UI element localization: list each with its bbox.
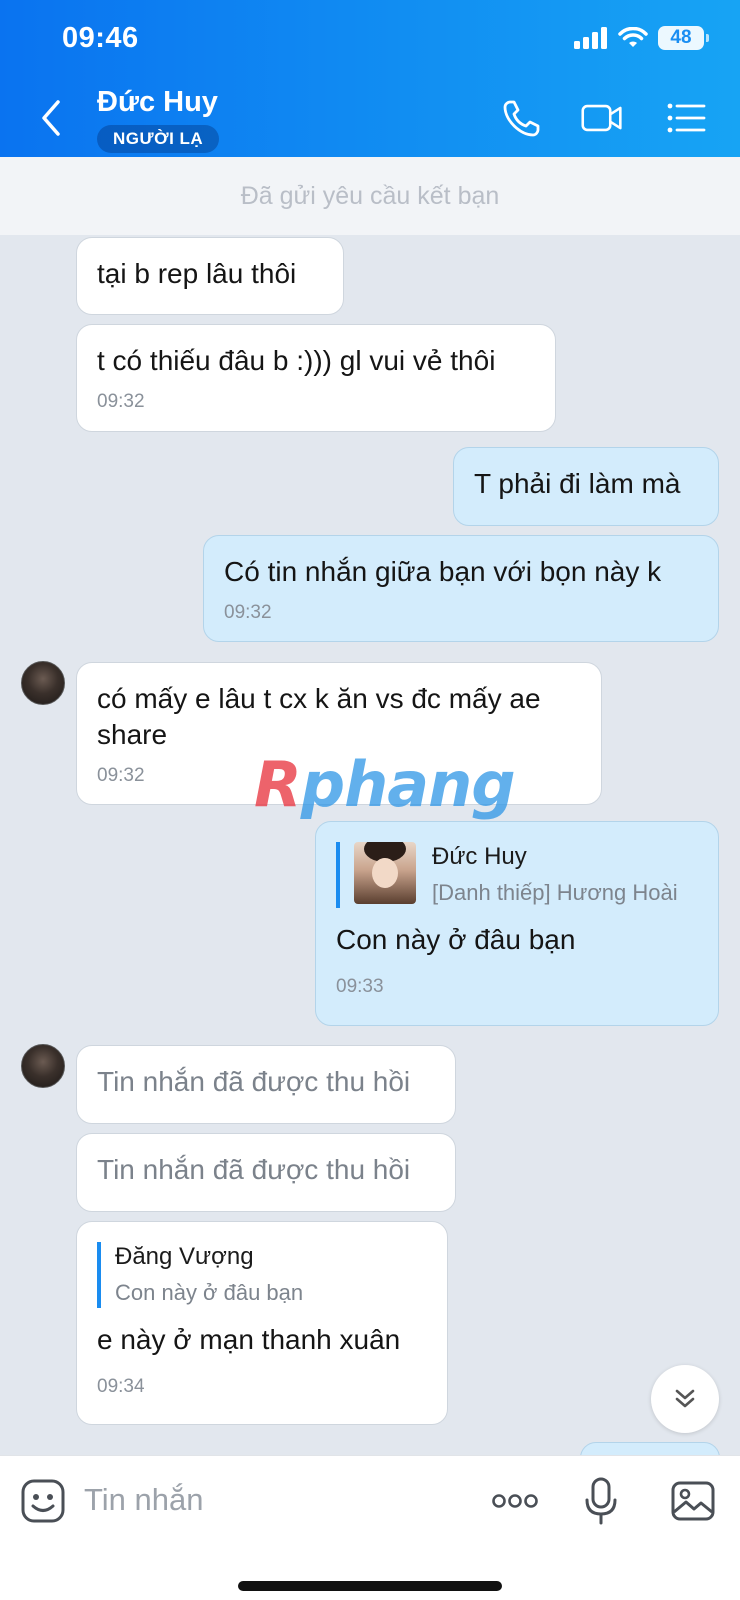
message-text: e này ở mạn thanh xuân bbox=[97, 1324, 401, 1355]
avatar[interactable] bbox=[21, 1044, 65, 1088]
recalled-message[interactable]: Tin nhắn đã được thu hồi bbox=[76, 1045, 456, 1124]
scroll-to-bottom-button[interactable] bbox=[651, 1365, 719, 1433]
message-time: 09:32 bbox=[224, 602, 272, 623]
chat-header: 09:46 48 Đức Huy NGƯỜI LẠ bbox=[0, 0, 740, 157]
recalled-message[interactable]: Tin nhắn đã được thu hồi bbox=[76, 1133, 456, 1212]
message-time: 09:34 bbox=[97, 1376, 145, 1397]
message-text: Con này ở đâu bạn bbox=[336, 924, 576, 955]
message-text: t có thiếu đâu b :))) gl vui vẻ thôi bbox=[97, 345, 496, 376]
message-bubble-sent[interactable]: T phải đi làm mà bbox=[453, 447, 719, 526]
quote-sender: Đức Huy bbox=[432, 843, 527, 870]
message-bubble[interactable]: tại b rep lâu thôi bbox=[76, 237, 344, 315]
image-gallery-icon[interactable] bbox=[670, 1476, 716, 1526]
menu-list-icon[interactable] bbox=[664, 96, 708, 140]
battery-level: 48 bbox=[670, 27, 692, 48]
message-bubble-sent[interactable]: Có tin nhắn giữa bạn với bọn này k 09:32 bbox=[203, 535, 719, 642]
message-text: T phải đi làm mà bbox=[474, 468, 681, 499]
watermark-first: R bbox=[254, 748, 302, 821]
avatar[interactable] bbox=[21, 661, 65, 705]
phone-call-icon[interactable] bbox=[500, 96, 544, 140]
contact-name[interactable]: Đức Huy bbox=[97, 86, 218, 119]
quote-text: [Danh thiếp] Hương Hoài bbox=[432, 880, 678, 905]
message-time: 09:33 bbox=[336, 976, 384, 997]
message-input[interactable]: Tin nhắn bbox=[84, 1482, 204, 1518]
microphone-icon[interactable] bbox=[584, 1476, 618, 1526]
message-bubble[interactable]: t có thiếu đâu b :))) gl vui vẻ thôi 09:… bbox=[76, 324, 556, 432]
status-icons: 48 bbox=[574, 26, 709, 50]
stranger-badge: NGƯỜI LẠ bbox=[97, 125, 220, 153]
quoted-contact-card[interactable]: Đức Huy [Danh thiếp] Hương Hoài bbox=[336, 842, 698, 908]
friend-request-notice: Đã gửi yêu cầu kết bạn bbox=[0, 157, 740, 235]
battery-icon: 48 bbox=[658, 26, 709, 50]
wifi-icon bbox=[618, 27, 648, 47]
message-text: Tin nhắn đã được thu hồi bbox=[97, 1066, 411, 1097]
double-chevron-down-icon bbox=[675, 1389, 695, 1408]
video-call-icon[interactable] bbox=[580, 96, 624, 140]
quote-sender: Đăng Vượng bbox=[115, 1243, 254, 1270]
message-time: 09:32 bbox=[97, 391, 145, 412]
watermark-rest: phang bbox=[300, 748, 516, 821]
contact-card-photo bbox=[354, 842, 416, 904]
message-text: Tin nhắn đã được thu hồi bbox=[97, 1154, 411, 1185]
watermark-logo: Rphang bbox=[254, 748, 516, 821]
status-time: 09:46 bbox=[62, 22, 139, 54]
cellular-signal-icon bbox=[574, 27, 607, 49]
message-text: có mấy e lâu t cx k ăn vs đc mấy ae shar… bbox=[97, 683, 541, 750]
quote-text: Con này ở đâu bạn bbox=[115, 1280, 304, 1305]
home-indicator bbox=[238, 1581, 502, 1591]
back-icon[interactable] bbox=[34, 98, 68, 138]
more-options-icon[interactable] bbox=[490, 1476, 540, 1526]
message-text: tại b rep lâu thôi bbox=[97, 258, 297, 289]
message-bubble-sent[interactable]: Đức Huy [Danh thiếp] Hương Hoài Con này … bbox=[315, 821, 719, 1026]
message-text: Có tin nhắn giữa bạn với bọn này k bbox=[224, 556, 662, 587]
emoji-sticker-icon[interactable] bbox=[20, 1476, 66, 1526]
message-input-bar: Tin nhắn bbox=[0, 1455, 740, 1600]
quoted-message[interactable]: Đăng Vượng Con này ở đâu bạn bbox=[97, 1242, 427, 1308]
message-bubble[interactable]: Đăng Vượng Con này ở đâu bạn e này ở mạn… bbox=[76, 1221, 448, 1425]
